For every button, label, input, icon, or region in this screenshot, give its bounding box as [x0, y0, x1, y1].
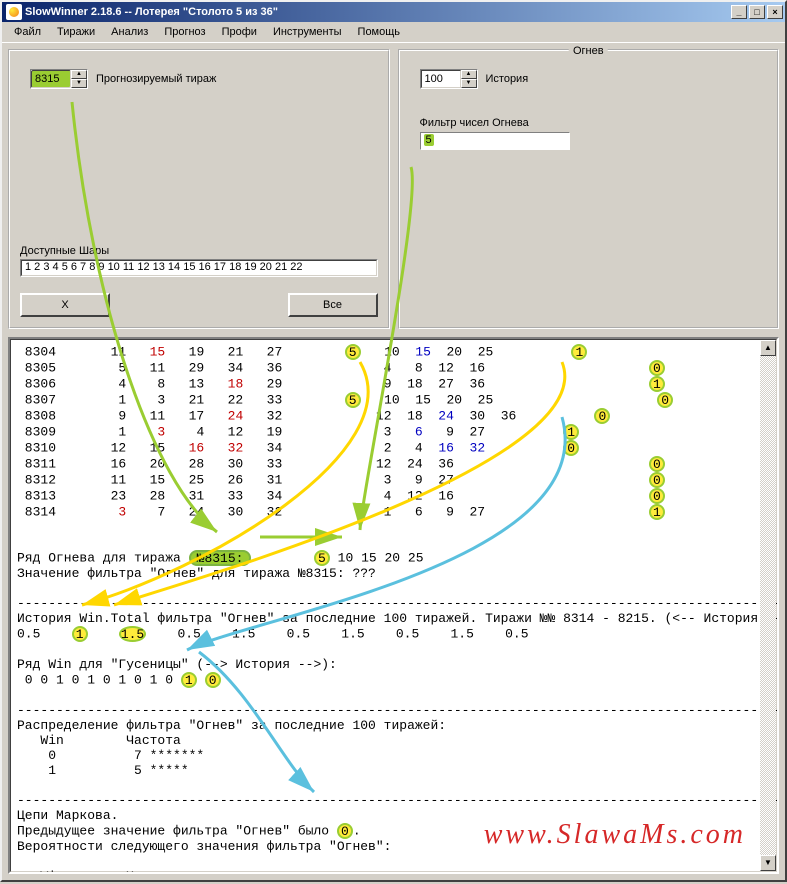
history-spin-down[interactable]: ▼ [461, 79, 477, 88]
history-spinner[interactable]: ▲ ▼ [420, 69, 478, 89]
filter-label: Фильтр чисел Огнева [420, 117, 770, 129]
history-input[interactable] [421, 70, 461, 88]
app-window: SlowWinner 2.18.6 -- Лотерея "Столото 5 … [0, 0, 787, 882]
output-panel: 8304 11 15 19 21 27 5 10 15 20 25 1 8305… [8, 337, 779, 874]
avail-label: Доступные Шары [20, 245, 378, 257]
menu-pro[interactable]: Профи [214, 24, 265, 40]
top-panels: ▲ ▼ Прогнозируемый тираж Доступные Шары … [8, 49, 779, 329]
minimize-button[interactable]: _ [731, 5, 747, 19]
scroll-up-button[interactable]: ▲ [760, 340, 776, 356]
scroll-down-button[interactable]: ▼ [760, 855, 776, 871]
titlebar-buttons: _ □ × [729, 5, 783, 19]
maximize-button[interactable]: □ [749, 5, 765, 19]
draw-input[interactable] [31, 70, 71, 88]
menu-help[interactable]: Помощь [350, 24, 409, 40]
avail-input[interactable]: 1 2 3 4 5 6 7 8 9 10 11 12 13 14 15 16 1… [20, 259, 378, 277]
filter-value: 5 [424, 134, 434, 146]
menu-draws[interactable]: Тиражи [49, 24, 103, 40]
titlebar: SlowWinner 2.18.6 -- Лотерея "Столото 5 … [2, 2, 785, 22]
draw-spin-up[interactable]: ▲ [71, 70, 87, 79]
menu-tools[interactable]: Инструменты [265, 24, 350, 40]
close-button[interactable]: × [767, 5, 783, 19]
draw-label: Прогнозируемый тираж [96, 73, 216, 85]
menu-file[interactable]: Файл [6, 24, 49, 40]
ognev-panel-title: Огнев [569, 45, 608, 57]
draw-spin-down[interactable]: ▼ [71, 79, 87, 88]
history-label: История [486, 73, 529, 85]
menu-forecast[interactable]: Прогноз [156, 24, 213, 40]
output-text: 8304 11 15 19 21 27 5 10 15 20 25 1 8305… [17, 344, 779, 874]
forecast-panel: ▲ ▼ Прогнозируемый тираж Доступные Шары … [8, 49, 390, 329]
avail-balls: Доступные Шары 1 2 3 4 5 6 7 8 9 10 11 1… [20, 245, 378, 277]
app-icon [6, 4, 22, 20]
content: ▲ ▼ Прогнозируемый тираж Доступные Шары … [2, 43, 785, 880]
ognev-panel: Огнев ▲ ▼ История Фильтр чисел Огнева 5 [398, 49, 780, 329]
avail-value: 1 2 3 4 5 6 7 8 9 10 11 12 13 14 15 16 1… [21, 260, 377, 276]
watermark: www.SlawaMs.com [484, 819, 746, 851]
filter-input[interactable]: 5 [420, 132, 570, 150]
history-spin-up[interactable]: ▲ [461, 70, 477, 79]
title-text: SlowWinner 2.18.6 -- Лотерея "Столото 5 … [25, 6, 729, 18]
menubar: Файл Тиражи Анализ Прогноз Профи Инструм… [2, 22, 785, 43]
draw-spinner[interactable]: ▲ ▼ [30, 69, 88, 89]
menu-analysis[interactable]: Анализ [103, 24, 156, 40]
x-button[interactable]: X [20, 293, 110, 317]
all-button[interactable]: Все [288, 293, 378, 317]
vertical-scrollbar[interactable]: ▲ ▼ [760, 340, 776, 871]
